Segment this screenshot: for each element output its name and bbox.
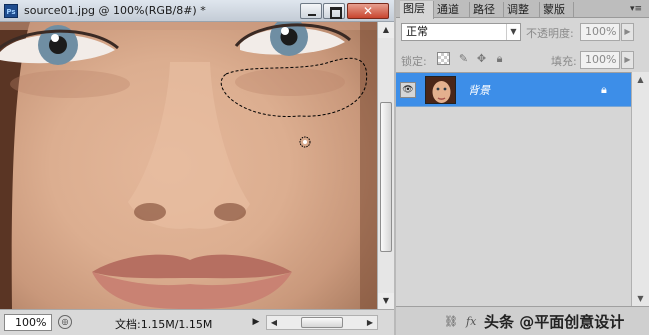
image-canvas[interactable] [0, 22, 377, 309]
layer-row-background[interactable]: 👁︎ 背景 🔒︎ [396, 73, 631, 107]
document-size-info: 文档:1.15M/1.15M [115, 318, 213, 331]
opacity-field[interactable]: 100% [580, 23, 620, 41]
layer-name[interactable]: 背景 [468, 82, 490, 98]
maximize-button[interactable] [323, 3, 345, 19]
lock-image-pixels-icon[interactable]: ✎ [457, 52, 470, 65]
lips [92, 254, 292, 309]
watermark: 头条 @平面创意设计 [484, 313, 625, 331]
panel-tabs: 图层 通道 路径 调整 蒙版 ▾≡ [396, 0, 649, 19]
scroll-up-icon[interactable]: ▲ [632, 72, 649, 87]
healing-brush-cursor-icon [299, 136, 311, 148]
opacity-label: 不透明度: [526, 27, 574, 40]
hair-left [0, 22, 30, 309]
horizontal-scroll-thumb[interactable] [301, 317, 343, 328]
tab-layers[interactable]: 图层 [400, 1, 434, 19]
fill-field[interactable]: 100% [580, 51, 620, 69]
fill-slider-arrow-icon[interactable]: ▶ [621, 51, 634, 69]
minimize-icon [301, 4, 321, 18]
layers-panel: 图层 通道 路径 调整 蒙版 ▾≡ 正常 ▼ 不透明度: 100% ▶ 锁定: … [396, 0, 649, 335]
document-window: Ps source01.jpg @ 100%(RGB/8#) * ✕ ▲ ▼ 1… [0, 0, 394, 335]
photoshop-logo-icon: Ps [4, 4, 18, 18]
visibility-eye-icon[interactable]: 👁︎ [400, 82, 416, 98]
layer-style-icon[interactable]: fx [466, 315, 476, 328]
close-icon: ✕ [362, 4, 374, 18]
status-bar: 100% ◎ 文档:1.15M/1.15M ▶ ◀ ▶ [0, 309, 394, 335]
scroll-down-icon[interactable]: ▼ [632, 291, 649, 306]
layers-scrollbar[interactable]: ▲ ▼ [631, 72, 649, 306]
link-layers-icon[interactable]: ⛓ [444, 315, 458, 328]
layer-lock-icon: 🔒︎ [601, 83, 607, 96]
scroll-right-icon[interactable]: ▶ [363, 316, 377, 329]
document-title: source01.jpg @ 100%(RGB/8#) * [24, 4, 206, 17]
opacity-slider-arrow-icon[interactable]: ▶ [621, 23, 634, 41]
status-info-icon[interactable]: ◎ [58, 315, 72, 329]
lock-all-icon[interactable]: 🔒︎ [493, 52, 506, 65]
close-button[interactable]: ✕ [347, 3, 389, 19]
document-title-bar[interactable]: Ps source01.jpg @ 100%(RGB/8#) * ✕ [0, 0, 394, 22]
scroll-up-icon[interactable]: ▲ [378, 22, 394, 38]
blend-mode-value: 正常 [406, 25, 428, 38]
maximize-icon [324, 4, 344, 19]
tab-channels[interactable]: 通道 [434, 2, 470, 18]
lock-label: 锁定: [401, 55, 427, 68]
scroll-left-icon[interactable]: ◀ [267, 316, 281, 329]
status-menu-arrow-icon[interactable]: ▶ [249, 315, 263, 329]
scroll-down-icon[interactable]: ▼ [378, 293, 394, 309]
lock-position-icon[interactable]: ✥ [475, 52, 488, 65]
face-photo [0, 22, 377, 309]
minimize-button[interactable] [300, 3, 322, 19]
panel-menu-icon[interactable]: ▾≡ [628, 3, 644, 16]
chevron-down-icon[interactable]: ▼ [506, 24, 520, 40]
layers-panel-footer: ⛓ fx 头条 @平面创意设计 [396, 306, 649, 335]
zoom-level-field[interactable]: 100% [4, 314, 52, 331]
blend-mode-select[interactable]: 正常 ▼ [401, 23, 521, 41]
lock-transparent-pixels-icon[interactable] [437, 52, 450, 65]
tab-paths[interactable]: 路径 [470, 2, 504, 18]
layers-list: 👁︎ 背景 🔒︎ [396, 72, 631, 306]
tab-adjustments[interactable]: 调整 [504, 2, 540, 18]
thumbnail-face [426, 77, 455, 103]
vertical-scrollbar[interactable]: ▲ ▼ [377, 22, 394, 309]
tab-masks[interactable]: 蒙版 [540, 2, 574, 18]
vertical-scroll-thumb[interactable] [380, 102, 392, 252]
fill-label: 填充: [551, 55, 577, 68]
layer-thumbnail [425, 76, 456, 104]
horizontal-scrollbar[interactable]: ◀ ▶ [266, 315, 378, 330]
